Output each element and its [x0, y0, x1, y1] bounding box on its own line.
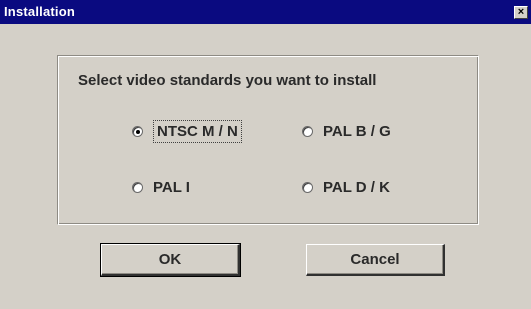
close-icon: ×	[517, 6, 525, 18]
radio-label: PAL D / K	[323, 179, 390, 196]
radio-pal-dk[interactable]: PAL D / K	[302, 179, 390, 196]
radio-unselected-icon	[132, 182, 143, 193]
radio-label: NTSC M / N	[153, 120, 242, 143]
cancel-button[interactable]: Cancel	[306, 244, 445, 276]
radio-label: PAL B / G	[323, 123, 391, 140]
prompt-label: Select video standards you want to insta…	[78, 72, 377, 89]
radio-unselected-icon	[302, 182, 313, 193]
radio-label: PAL I	[153, 179, 190, 196]
radio-selected-icon	[132, 126, 143, 137]
installation-dialog: Installation × Select video standards yo…	[0, 0, 531, 309]
radio-ntsc-mn[interactable]: NTSC M / N	[132, 120, 242, 143]
radio-unselected-icon	[302, 126, 313, 137]
ok-button[interactable]: OK	[100, 243, 241, 277]
title-bar[interactable]: Installation ×	[0, 0, 531, 24]
radio-pal-bg[interactable]: PAL B / G	[302, 123, 391, 140]
close-button[interactable]: ×	[514, 6, 528, 19]
radio-pal-i[interactable]: PAL I	[132, 179, 190, 196]
window-title: Installation	[4, 4, 76, 19]
